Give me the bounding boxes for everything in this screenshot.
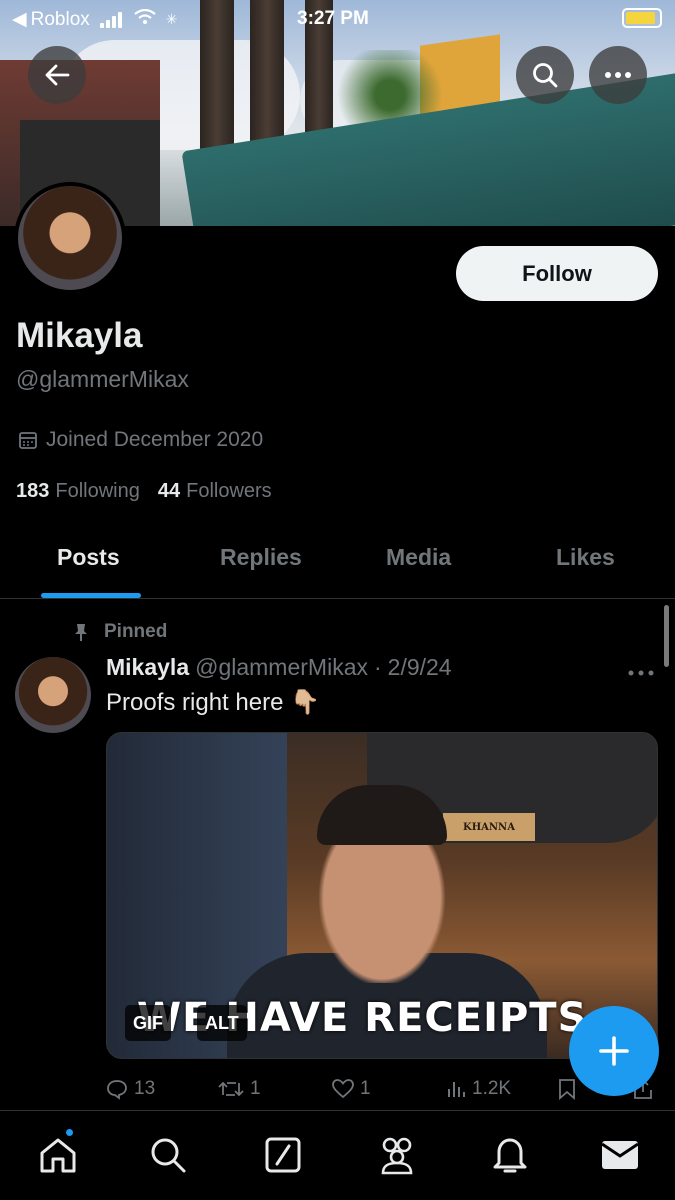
- tab-active-indicator: [41, 593, 141, 598]
- battery-level: [626, 12, 655, 24]
- following-link[interactable]: 183 Following: [16, 480, 140, 503]
- back-button[interactable]: [28, 46, 86, 104]
- bookmark-icon: [559, 1079, 575, 1100]
- post-separator: ·: [373, 654, 382, 680]
- follow-button[interactable]: Follow: [456, 246, 658, 301]
- calendar-icon: [19, 432, 37, 449]
- alt-badge[interactable]: ALT: [197, 1005, 247, 1041]
- more-options-button[interactable]: [589, 46, 647, 104]
- loading-icon: ✳: [165, 11, 178, 27]
- profile-handle: @glammerMikax: [16, 366, 189, 392]
- joined-date: Joined December 2020: [18, 428, 263, 452]
- joined-label: Joined December 2020: [46, 428, 264, 451]
- repost-count: 1: [250, 1078, 261, 1099]
- more-icon: [605, 72, 631, 78]
- scrollbar[interactable]: [664, 605, 669, 667]
- post-avatar[interactable]: [15, 657, 91, 733]
- profile-avatar[interactable]: [14, 182, 126, 294]
- wifi-icon: [134, 8, 156, 31]
- tab-likes[interactable]: Likes: [556, 544, 615, 571]
- repost-icon: [218, 1081, 244, 1097]
- post-media-gif[interactable]: KHANNA WE HAVE RECEIPTS GIF ALT: [106, 732, 658, 1059]
- search-icon: [151, 1138, 186, 1173]
- nav-grok[interactable]: [261, 1133, 305, 1177]
- follow-stats: 183 Following 44 Followers: [16, 480, 272, 503]
- home-notification-dot: [64, 1127, 75, 1138]
- bookmark-button[interactable]: [558, 1078, 576, 1100]
- reply-icon: [107, 1080, 127, 1100]
- reply-count: 13: [134, 1078, 156, 1099]
- arrow-left-icon: [45, 64, 70, 86]
- heart-icon: [332, 1079, 354, 1099]
- bottom-nav: [0, 1110, 675, 1200]
- post-author[interactable]: Mikayla: [106, 654, 189, 681]
- search-button[interactable]: [516, 46, 574, 104]
- pin-icon: [75, 624, 87, 641]
- nav-messages[interactable]: [598, 1133, 642, 1177]
- like-button[interactable]: 1: [332, 1078, 371, 1100]
- gif-badge: GIF: [125, 1005, 171, 1041]
- followers-count: 44: [157, 480, 181, 502]
- slash-box-icon: [265, 1137, 301, 1173]
- status-time: 3:27 PM: [297, 8, 369, 29]
- carrier-label: Roblox: [30, 8, 90, 30]
- post-date[interactable]: 2/9/24: [388, 654, 452, 681]
- views-icon: [448, 1082, 465, 1097]
- signal-icon: [99, 11, 122, 28]
- nav-explore[interactable]: [146, 1133, 190, 1177]
- post-text: Proofs right here 👇🏼: [106, 689, 320, 716]
- status-carrier[interactable]: ◀ Roblox ✳: [12, 8, 178, 31]
- post-actions: 13 1 1 1.2K: [106, 1074, 658, 1106]
- followers-link[interactable]: 44 Followers: [158, 480, 272, 503]
- more-icon: [628, 670, 654, 676]
- following-count: 183: [16, 480, 50, 502]
- pinned-label: Pinned: [72, 621, 167, 643]
- bell-icon: [493, 1138, 527, 1173]
- plus-icon: [599, 1036, 629, 1066]
- compose-button[interactable]: [569, 1006, 659, 1096]
- repost-button[interactable]: 1: [218, 1078, 261, 1100]
- people-icon: [381, 1137, 413, 1175]
- home-icon: [40, 1138, 76, 1173]
- reply-button[interactable]: 13: [106, 1078, 155, 1100]
- envelope-icon: [601, 1141, 639, 1169]
- tab-media[interactable]: Media: [386, 544, 451, 571]
- like-count: 1: [360, 1078, 371, 1099]
- profile-tabs: Posts Replies Media Likes: [0, 530, 675, 599]
- profile-name: Mikayla: [16, 316, 143, 355]
- views-count: 1.2K: [472, 1078, 512, 1099]
- following-label: Following: [55, 480, 140, 502]
- followers-label: Followers: [186, 480, 272, 502]
- status-bar: ◀ Roblox ✳ 3:27 PM: [0, 0, 675, 38]
- nav-communities[interactable]: [375, 1133, 419, 1177]
- back-arrow-icon: ◀: [12, 9, 27, 30]
- nav-home[interactable]: [36, 1133, 80, 1177]
- post-header: Mikayla @glammerMikax · 2/9/24: [106, 654, 452, 681]
- tab-posts[interactable]: Posts: [57, 544, 120, 571]
- post-more-button[interactable]: [628, 656, 654, 682]
- nav-notifications[interactable]: [488, 1133, 532, 1177]
- tab-replies[interactable]: Replies: [220, 544, 302, 571]
- pinned-text: Pinned: [104, 621, 168, 642]
- post-handle[interactable]: @glammerMikax: [195, 654, 368, 681]
- battery-icon: [622, 8, 662, 28]
- views-button[interactable]: 1.2K: [446, 1078, 511, 1100]
- search-icon: [533, 63, 558, 88]
